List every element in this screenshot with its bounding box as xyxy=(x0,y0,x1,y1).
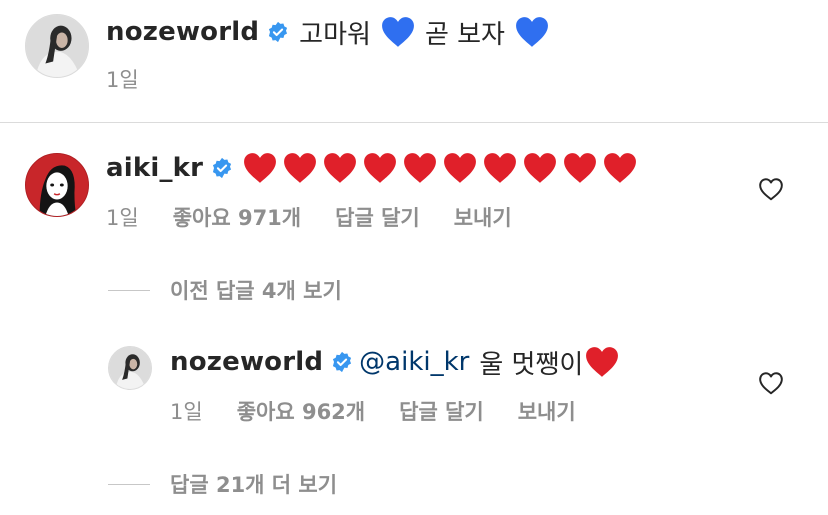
comment-2-line: aiki_kr xyxy=(106,150,643,186)
comment-3-line: nozeworld @aiki_kr 울 멋쨍이 xyxy=(170,344,625,380)
likes-count[interactable]: 좋아요 962개 xyxy=(237,396,365,426)
view-more-replies-label[interactable]: 답글 21개 더 보기 xyxy=(170,469,337,499)
blue-heart-emoji xyxy=(381,16,415,48)
comment-text-part: 고마워 xyxy=(299,19,371,50)
thread-line xyxy=(108,483,150,485)
red-heart-emoji xyxy=(403,152,437,184)
timestamp: 1일 xyxy=(106,206,139,230)
heart-outline-icon[interactable] xyxy=(758,371,784,395)
red-heart-emoji xyxy=(363,152,397,184)
username[interactable]: nozeworld xyxy=(106,17,259,47)
comment-1-line: nozeworld 고마워 곧 보자 xyxy=(106,14,555,50)
avatar-aiki-kr[interactable] xyxy=(25,153,89,217)
divider xyxy=(0,122,828,123)
reply-button[interactable]: 답글 달기 xyxy=(399,396,484,426)
verified-badge-icon xyxy=(267,21,289,43)
verified-badge-icon xyxy=(331,351,353,373)
red-heart-emoji xyxy=(283,152,317,184)
comment-1-meta: 1일 xyxy=(106,64,173,94)
view-previous-replies[interactable]: 이전 답글 4개 보기 xyxy=(108,275,342,305)
username[interactable]: aiki_kr xyxy=(106,153,203,183)
reply-button[interactable]: 답글 달기 xyxy=(335,202,420,232)
view-more-replies[interactable]: 답글 21개 더 보기 xyxy=(108,469,337,499)
red-heart-emoji xyxy=(523,152,557,184)
comment-text-part: 곧 보자 xyxy=(424,19,505,50)
red-heart-emoji xyxy=(243,152,277,184)
heart-outline-icon[interactable] xyxy=(758,177,784,201)
avatar-nozeworld[interactable] xyxy=(25,14,89,78)
red-heart-emoji xyxy=(603,152,637,184)
red-heart-emoji xyxy=(323,152,357,184)
username[interactable]: nozeworld xyxy=(170,347,323,377)
red-heart-emoji xyxy=(585,346,619,378)
comment-3-meta: 1일 좋아요 962개 답글 달기 보내기 xyxy=(170,396,610,426)
timestamp: 1일 xyxy=(106,68,139,92)
likes-count[interactable]: 좋아요 971개 xyxy=(173,202,301,232)
send-button[interactable]: 보내기 xyxy=(518,396,576,426)
send-button[interactable]: 보내기 xyxy=(454,202,512,232)
timestamp: 1일 xyxy=(170,400,203,424)
mention-link[interactable]: @aiki_kr xyxy=(359,347,469,377)
comment-text: 울 멋쨍이 xyxy=(479,349,584,380)
red-heart-emoji xyxy=(443,152,477,184)
view-previous-replies-label[interactable]: 이전 답글 4개 보기 xyxy=(170,275,342,305)
avatar-nozeworld[interactable] xyxy=(108,346,152,390)
blue-heart-emoji xyxy=(515,16,549,48)
red-heart-emoji xyxy=(483,152,517,184)
red-heart-emoji xyxy=(563,152,597,184)
verified-badge-icon xyxy=(211,157,233,179)
thread-line xyxy=(108,289,150,291)
comment-2-meta: 1일 좋아요 971개 답글 달기 보내기 xyxy=(106,202,546,232)
